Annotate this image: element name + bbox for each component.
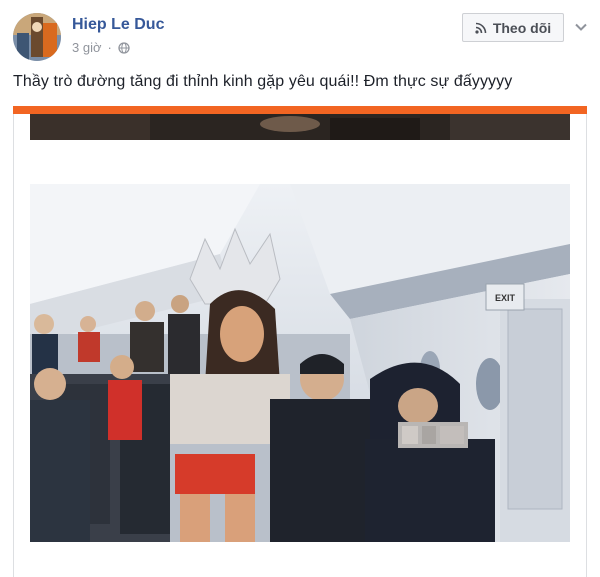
post-photo[interactable]: EXIT [30,184,570,542]
follow-button-label: Theo dõi [492,19,552,36]
globe-icon[interactable] [118,41,130,54]
exit-sign: EXIT [495,293,516,303]
shared-content-accent-bar [13,106,587,114]
post-message: Thầy trò đường tăng đi thỉnh kinh gặp yê… [13,73,513,90]
author-name[interactable]: Hiep Le Duc [72,16,164,34]
separator-dot: · [107,40,112,55]
post-options-button[interactable] [570,14,592,40]
post-meta: 3 giờ · [72,40,130,55]
post-timestamp[interactable]: 3 giờ [72,40,102,55]
shared-image-top-strip[interactable] [30,114,570,140]
rss-icon [475,22,487,34]
facebook-post: Hiep Le Duc 3 giờ · Theo dõi Thầy trò đư… [0,0,600,577]
follow-button[interactable]: Theo dõi [462,13,564,42]
chevron-down-icon [575,23,587,31]
author-avatar[interactable] [13,13,61,61]
